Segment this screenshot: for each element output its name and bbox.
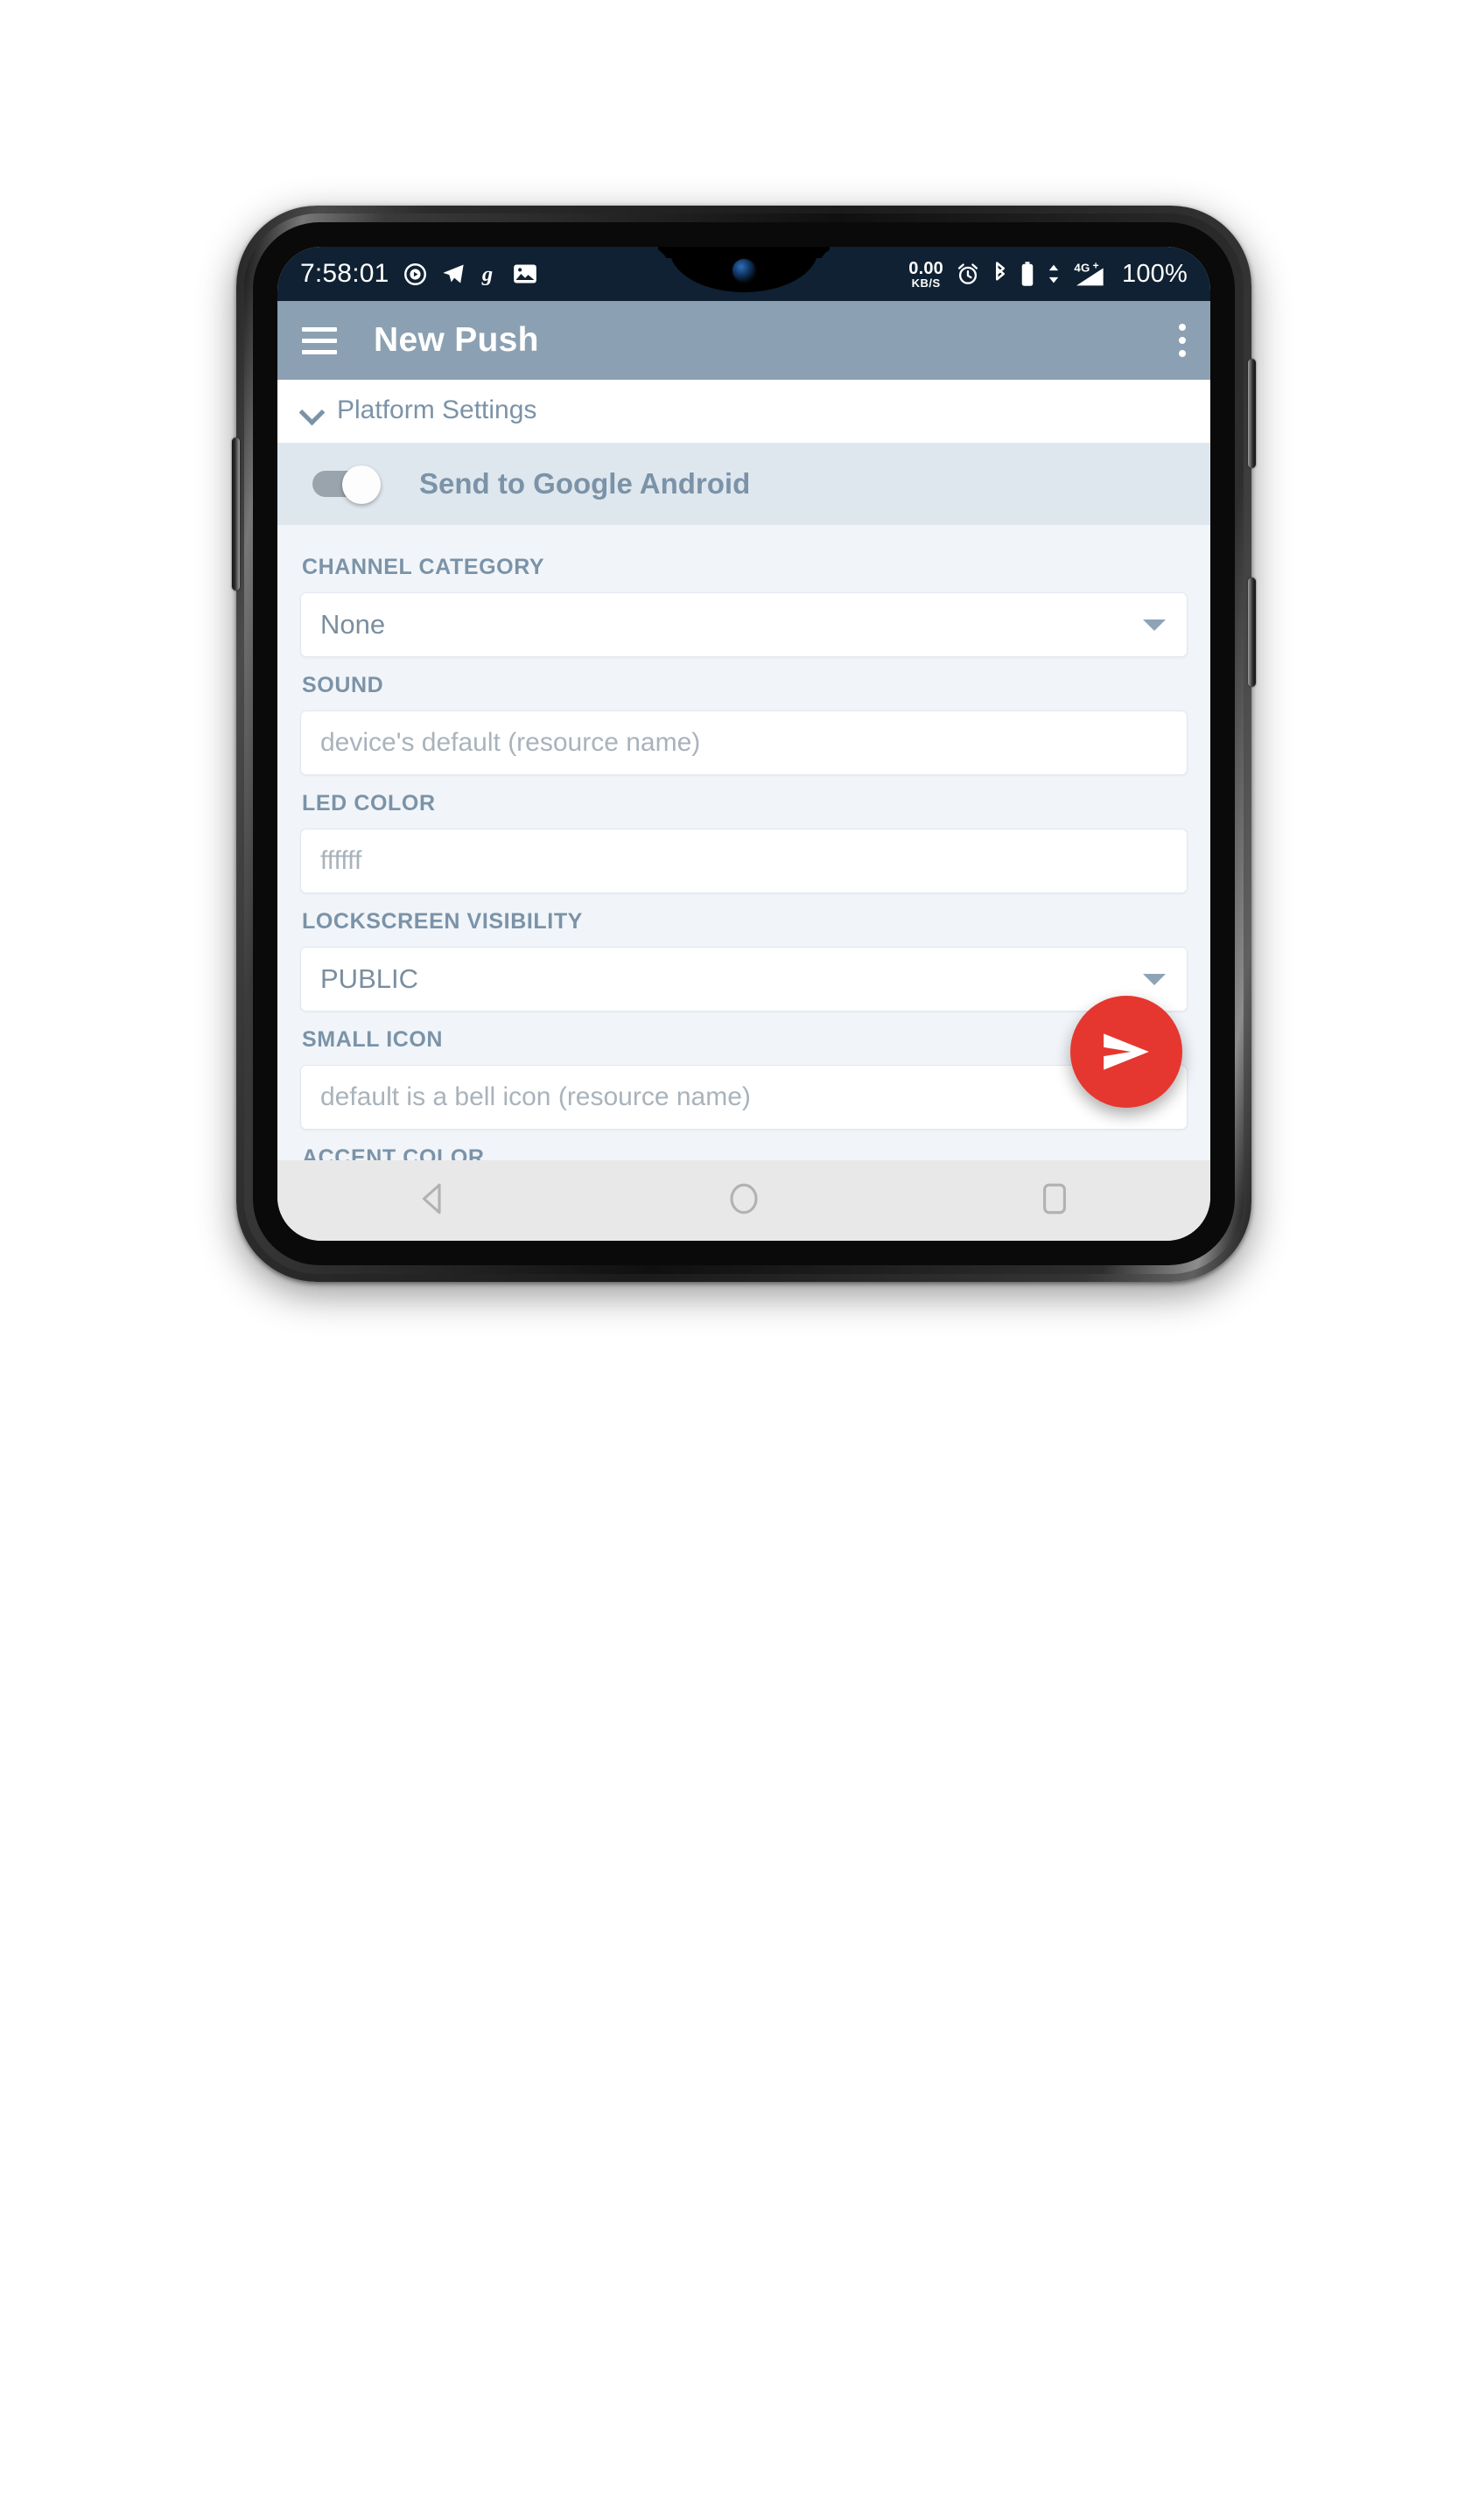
network-speed-indicator: 0.00 KB/S [908,260,943,289]
phone-device: 7:58:01 g 0.00 KB/S 4G + 100% New Push P… [232,206,1256,1282]
platform-settings-form: CHANNEL CATEGORY None SOUND device's def… [277,525,1210,1160]
telegram-icon [441,262,466,286]
input-placeholder: device's default (resource name) [320,728,701,757]
front-camera-icon [732,259,755,282]
signal-4g-icon: 4G + [1073,261,1108,287]
network-speed-value: 0.00 [908,258,944,278]
phone-screen: 7:58:01 g 0.00 KB/S 4G + 100% New Push P… [277,247,1210,1241]
field-label: SMALL ICON [302,1027,444,1052]
volume-up-button[interactable] [1248,359,1256,468]
form-scroll-area[interactable]: Platform Settings Send to Google Android… [277,380,1210,1160]
select-value: PUBLIC [320,963,418,994]
more-vertical-icon[interactable] [1179,324,1186,357]
toggle-knob [342,466,381,504]
field-label: ACCENT COLOR [302,1145,485,1160]
send-to-google-android-row[interactable]: Send to Google Android [277,443,1210,525]
sound-input[interactable]: device's default (resource name) [300,710,1188,775]
home-circle-icon[interactable] [725,1180,762,1222]
field-label: SOUND [302,673,384,697]
alarm-icon [956,262,980,286]
field-sound: SOUND device's default (resource name) [300,673,1188,775]
svg-text:g: g [480,262,492,286]
battery-icon [1020,261,1034,287]
screenshot-root: 7:58:01 g 0.00 KB/S 4G + 100% New Push P… [0,0,1479,2520]
back-triangle-icon[interactable] [415,1180,452,1222]
svg-text:+: + [1093,261,1099,272]
dropdown-caret-icon [1143,974,1166,985]
select-value: None [320,609,386,640]
input-placeholder: default is a bell icon (resource name) [320,1082,751,1111]
lockscreen-visibility-select[interactable]: PUBLIC [300,947,1188,1012]
platform-settings-section-header[interactable]: Platform Settings [277,380,1210,443]
field-accent-color: ACCENT COLOR resource name [300,1145,1188,1160]
app-bar: New Push [277,301,1210,380]
send-icon [1104,1033,1149,1070]
data-transfer-icon [1047,262,1061,285]
svg-text:4G: 4G [1074,261,1090,274]
chevron-down-icon [300,399,323,422]
status-bar-clock: 7:58:01 [300,259,389,288]
led-color-input[interactable]: ffffff [300,829,1188,893]
bluetooth-icon [992,261,1008,287]
section-title: Platform Settings [337,396,537,424]
recents-square-icon[interactable] [1036,1180,1073,1222]
android-nav-bar [277,1160,1210,1241]
small-icon-input[interactable]: default is a bell icon (resource name) [300,1065,1188,1130]
play-circle-icon [403,262,427,286]
battery-percent-label: 100% [1122,259,1188,288]
camera-notch [669,247,818,292]
field-lockscreen-visibility: LOCKSCREEN VISIBILITY PUBLIC [300,909,1188,1012]
field-channel-category: CHANNEL CATEGORY None [300,555,1188,657]
status-bar-right: 0.00 KB/S 4G + 100% [908,260,1188,289]
field-label: LED COLOR [302,791,436,816]
volume-down-button[interactable] [1248,578,1256,687]
page-title: New Push [374,321,539,359]
input-placeholder: ffffff [320,846,362,875]
status-bar-left: 7:58:01 g [300,259,537,289]
field-label: LOCKSCREEN VISIBILITY [302,909,583,934]
send-push-fab[interactable] [1070,996,1182,1108]
toggle-label: Send to Google Android [419,467,751,500]
network-speed-unit: KB/S [911,276,941,290]
field-label: CHANNEL CATEGORY [302,555,545,579]
status-bar: 7:58:01 g 0.00 KB/S 4G + 100% [277,247,1210,301]
hamburger-menu-icon[interactable] [302,326,337,354]
image-icon [513,263,537,284]
channel-category-select[interactable]: None [300,592,1188,657]
g-letter-icon: g [480,262,499,286]
field-small-icon: SMALL ICON default is a bell icon (resou… [300,1027,1188,1130]
dropdown-caret-icon [1143,620,1166,631]
field-led-color: LED COLOR ffffff [300,791,1188,893]
send-to-google-android-toggle[interactable] [312,466,381,504]
power-button[interactable] [232,438,240,591]
